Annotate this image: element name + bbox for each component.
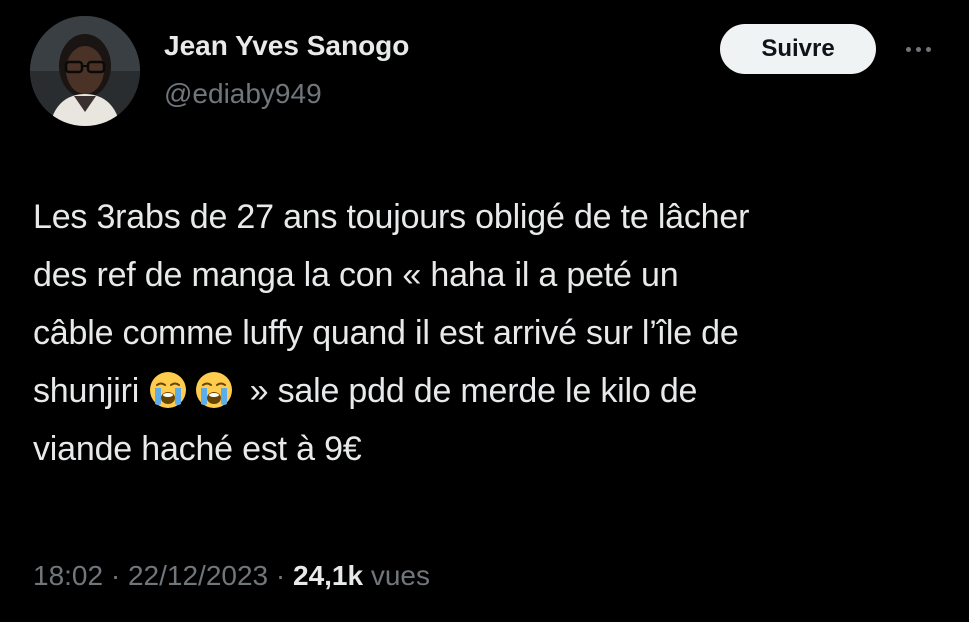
views-label: vues (370, 560, 431, 591)
tweet-line: des ref de manga la con « haha il a peté… (33, 256, 679, 294)
avatar[interactable] (30, 16, 140, 126)
author-display-name[interactable]: Jean Yves Sanogo (164, 30, 409, 62)
tweet-date[interactable]: 22/12/2023 (128, 560, 268, 591)
tweet-time[interactable]: 18:02 (33, 560, 103, 591)
meta-separator: · (110, 560, 121, 591)
tweet: Jean Yves Sanogo @ediaby949 Suivre Les 3… (0, 0, 969, 622)
tweet-line: viande haché est à 9€ (33, 430, 362, 468)
avatar-image (30, 16, 140, 126)
tweet-meta: 18:02 · 22/12/2023 · 24,1k vues (33, 560, 430, 592)
follow-button[interactable]: Suivre (720, 24, 876, 74)
dot (905, 46, 911, 52)
tweet-line: Les 3rabs de 27 ans toujours obligé de t… (33, 198, 750, 236)
meta-separator: · (275, 560, 286, 591)
tweet-line: câble comme luffy quand il est arrivé su… (33, 314, 739, 352)
tweet-text: Les 3rabs de 27 ans toujours obligé de t… (33, 188, 953, 478)
tweet-line-with-emoji: shunjiri » sale pdd de merde le kilo de (33, 362, 953, 420)
dot (915, 46, 921, 52)
tweet-line: shunjiri (33, 372, 140, 410)
views-count[interactable]: 24,1k (293, 560, 363, 591)
dot (925, 46, 931, 52)
author-handle[interactable]: @ediaby949 (164, 78, 322, 110)
more-options-icon[interactable] (896, 34, 940, 64)
tweet-line: » sale pdd de merde le kilo de (249, 372, 698, 410)
loudly-crying-face-icon (196, 372, 233, 408)
loudly-crying-face-icon (150, 372, 187, 408)
